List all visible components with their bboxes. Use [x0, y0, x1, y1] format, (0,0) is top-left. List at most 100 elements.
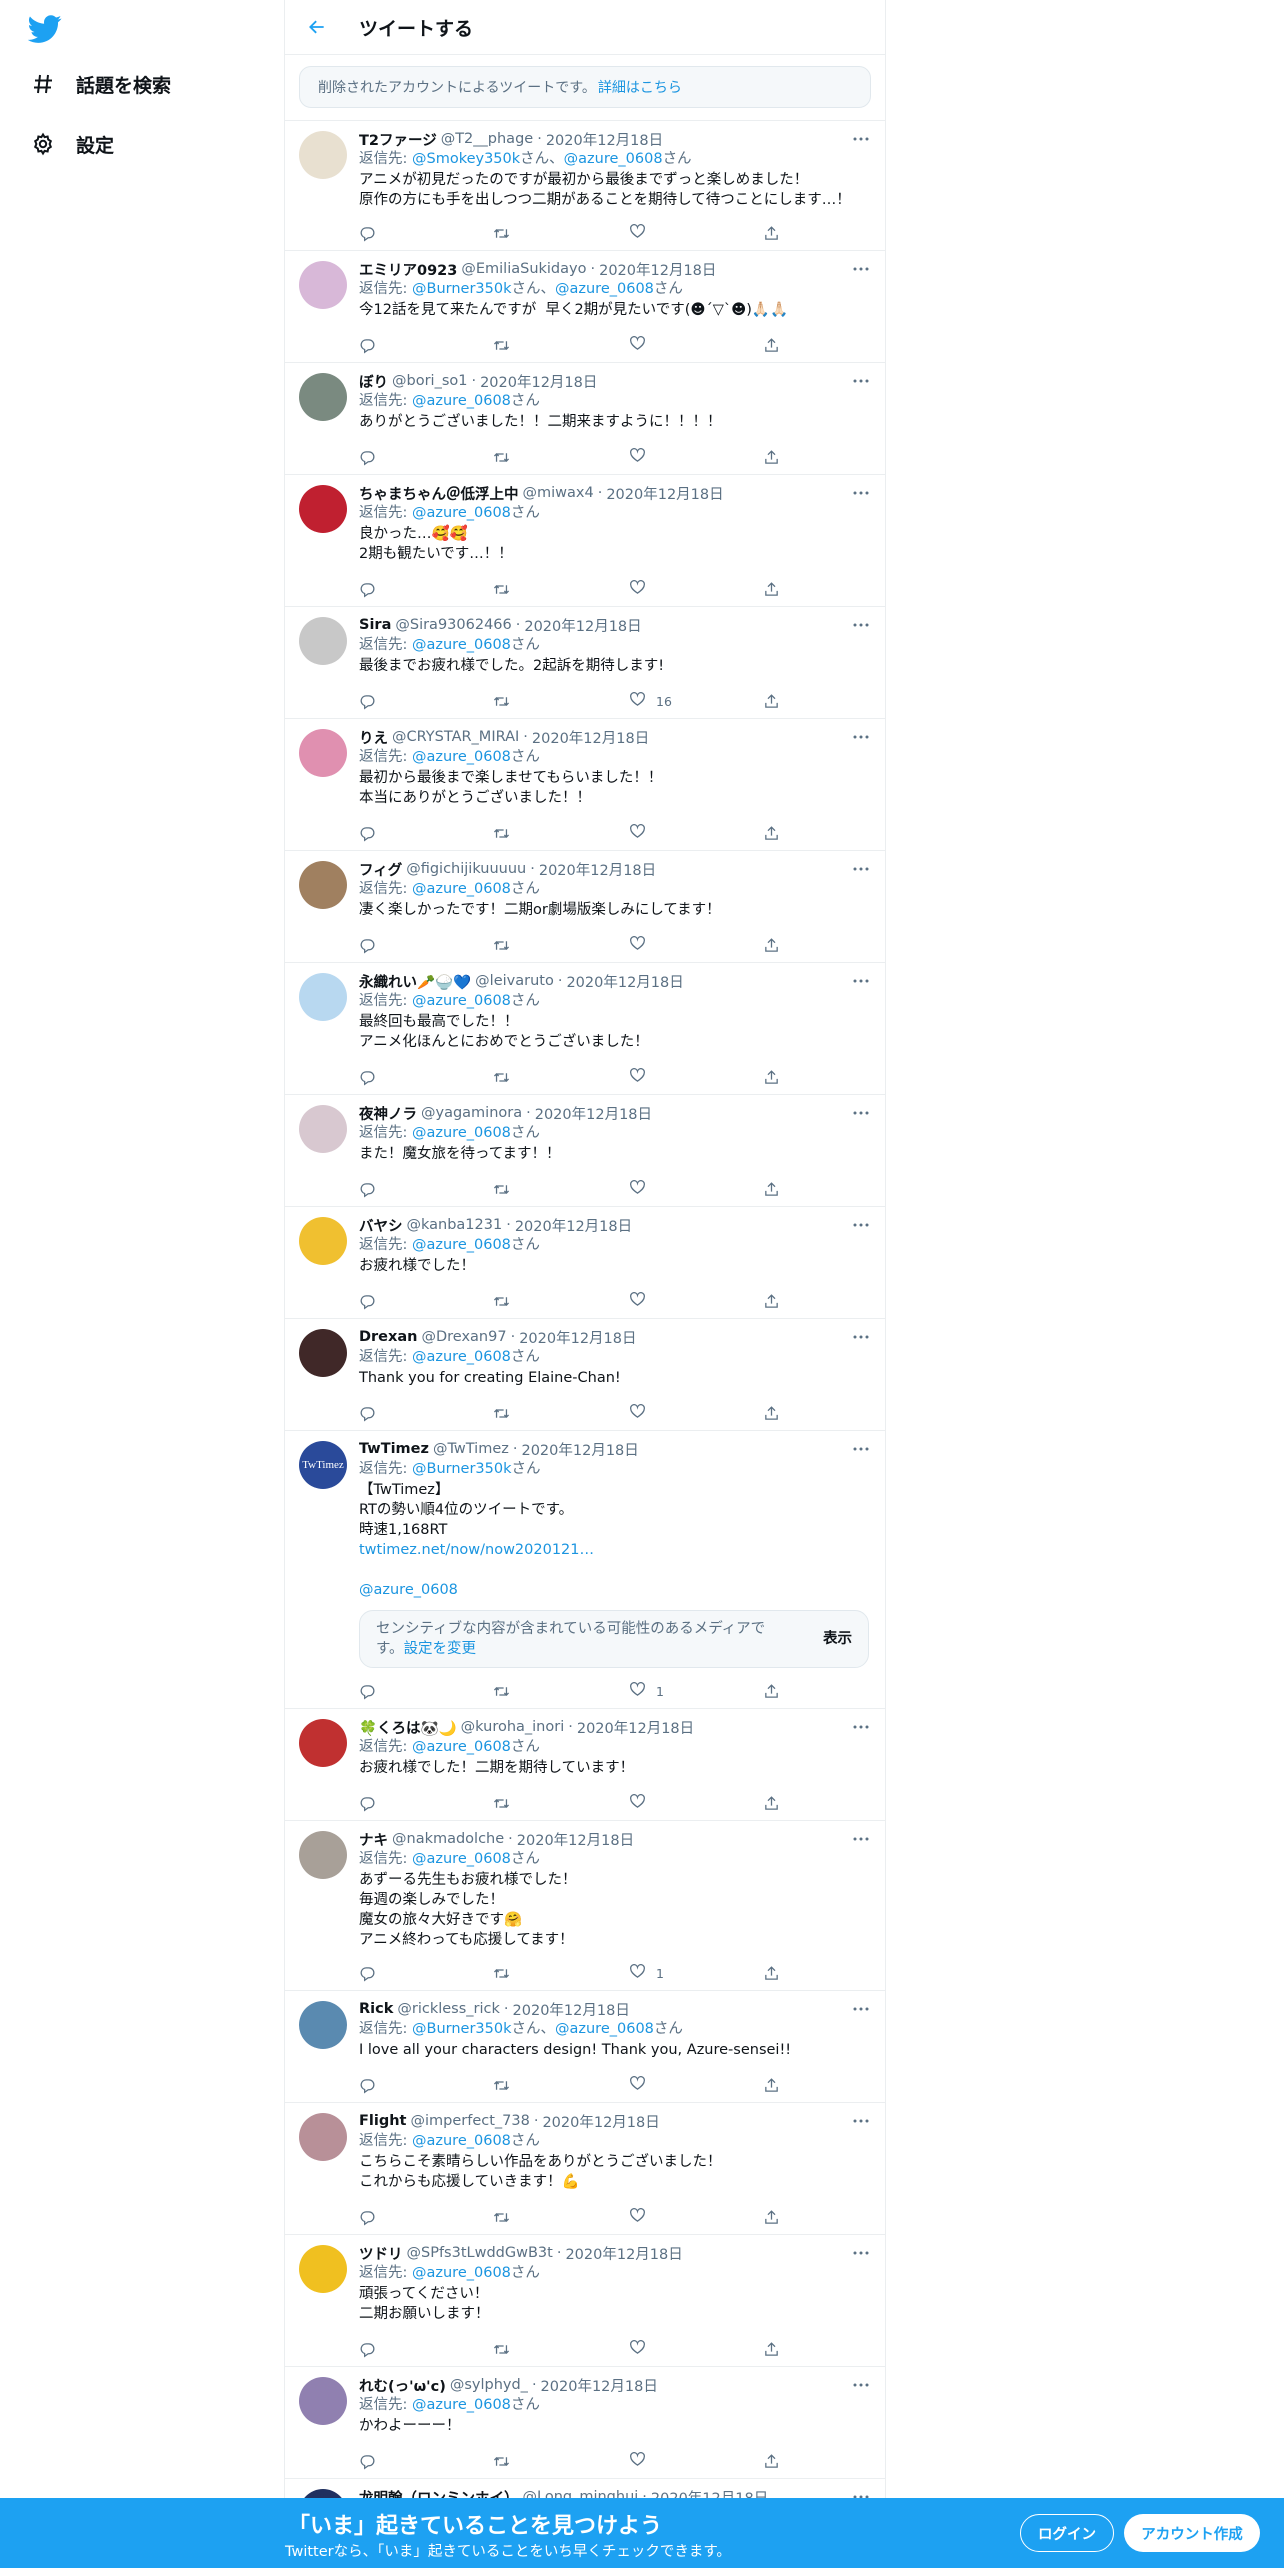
share-icon[interactable]: [763, 1066, 780, 1088]
share-icon[interactable]: [763, 1962, 780, 1984]
reply-mention-link[interactable]: @Smokey350k: [412, 151, 520, 167]
reply-icon[interactable]: [359, 1178, 376, 1200]
tweet[interactable]: りえ @CRYSTAR_MIRAI · 2020年12月18日 返信先: @azure_…: [285, 719, 885, 851]
tweet[interactable]: 夜神ノラ @yagaminora · 2020年12月18日 返信先: @azure_0…: [285, 1095, 885, 1207]
tweet[interactable]: Flight @imperfect_738 · 2020年12月18日 返信先: @az…: [285, 2103, 885, 2235]
user-handle[interactable]: @kuroha_inori: [461, 1719, 565, 1735]
avatar[interactable]: [299, 2113, 347, 2161]
user-handle[interactable]: @sylphyd_: [450, 2377, 528, 2393]
like-button[interactable]: [629, 2338, 656, 2360]
reply-mention-link[interactable]: @azure_0608: [412, 2133, 511, 2149]
user-handle[interactable]: @T2__phage: [441, 131, 534, 147]
user-name[interactable]: ちゃまちゃん＠低浮上中: [359, 483, 519, 504]
retweet-icon[interactable]: [493, 2074, 510, 2096]
reply-icon[interactable]: [359, 822, 376, 844]
tweet-date[interactable]: 2020年12月18日: [599, 259, 716, 280]
tweet-date[interactable]: 2020年12月18日: [535, 1103, 652, 1124]
like-button[interactable]: 1: [629, 1962, 664, 1984]
more-options-icon[interactable]: [851, 617, 871, 633]
share-icon[interactable]: [763, 1290, 780, 1312]
user-handle[interactable]: @figichijikuuuuu: [406, 861, 526, 877]
user-handle[interactable]: @miwax4: [523, 485, 594, 501]
reply-icon[interactable]: [359, 334, 376, 356]
more-options-icon[interactable]: [851, 261, 871, 277]
user-handle[interactable]: @Drexan97: [421, 1329, 506, 1345]
tweet-date[interactable]: 2020年12月18日: [542, 2111, 659, 2132]
tweet[interactable]: T2ファージ @T2__phage · 2020年12月18日 返信先: @Smokey…: [285, 121, 885, 251]
reply-icon[interactable]: [359, 222, 376, 244]
user-name[interactable]: エミリア0923: [359, 259, 457, 280]
user-name[interactable]: T2ファージ: [359, 129, 437, 150]
reply-mention-link[interactable]: @azure_0608: [412, 1739, 511, 1755]
tweet-date[interactable]: 2020年12月18日: [566, 971, 683, 992]
more-options-icon[interactable]: [851, 1217, 871, 1233]
user-handle[interactable]: @nakmadolche: [392, 1831, 504, 1847]
retweet-icon[interactable]: [493, 690, 510, 712]
avatar[interactable]: [299, 1217, 347, 1265]
user-handle[interactable]: @leivaruto: [475, 973, 554, 989]
avatar[interactable]: [299, 1105, 347, 1153]
share-icon[interactable]: [763, 334, 780, 356]
reply-mention-link[interactable]: @azure_0608: [412, 393, 511, 409]
reply-mention-link[interactable]: @azure_0608: [412, 2265, 511, 2281]
retweet-icon[interactable]: [493, 822, 510, 844]
change-settings-link[interactable]: 設定を変更: [404, 1641, 477, 1657]
more-options-icon[interactable]: [851, 1831, 871, 1847]
user-handle[interactable]: @SPfs3tLwddGwB3t: [407, 2245, 553, 2261]
tweet-date[interactable]: 2020年12月18日: [515, 1215, 632, 1236]
avatar[interactable]: [299, 261, 347, 309]
reply-mention-link[interactable]: @azure_0608: [412, 1237, 511, 1253]
tweet-date[interactable]: 2020年12月18日: [577, 1717, 694, 1738]
avatar[interactable]: [299, 2377, 347, 2425]
more-options-icon[interactable]: [851, 2245, 871, 2261]
share-icon[interactable]: [763, 2206, 780, 2228]
user-name[interactable]: Sira: [359, 617, 391, 633]
user-name[interactable]: ナキ: [359, 1829, 388, 1850]
like-button[interactable]: [629, 2206, 656, 2228]
more-options-icon[interactable]: [851, 1441, 871, 1457]
avatar[interactable]: [299, 485, 347, 533]
tweet-date[interactable]: 2020年12月18日: [517, 1829, 634, 1850]
reply-icon[interactable]: [359, 1680, 376, 1702]
share-icon[interactable]: [763, 1680, 780, 1702]
more-options-icon[interactable]: [851, 1105, 871, 1121]
avatar[interactable]: [299, 131, 347, 179]
tweet-date[interactable]: 2020年12月18日: [524, 615, 641, 636]
user-name[interactable]: りえ: [359, 727, 388, 748]
share-icon[interactable]: [763, 2450, 780, 2472]
reply-mention-link[interactable]: @Burner350k: [412, 281, 512, 297]
like-button[interactable]: [629, 334, 656, 356]
more-options-icon[interactable]: [851, 373, 871, 389]
reply-icon[interactable]: [359, 2450, 376, 2472]
tweet[interactable]: TwTimez TwTimez @TwTimez · 2020年12月18日 返信先: @…: [285, 1431, 885, 1709]
retweet-icon[interactable]: [493, 934, 510, 956]
reply-icon[interactable]: [359, 2074, 376, 2096]
tweet-date[interactable]: 2020年12月18日: [519, 1327, 636, 1348]
tweet[interactable]: ぼり @bori_so1 · 2020年12月18日 返信先: @azure_0608さ…: [285, 363, 885, 475]
sidebar-item-explore[interactable]: 話題を検索: [28, 58, 171, 110]
reply-mention-link[interactable]: @azure_0608: [555, 281, 654, 297]
tweet[interactable]: 永織れい🥕🍚💙 @leivaruto · 2020年12月18日 返信先: @azure…: [285, 963, 885, 1095]
like-button[interactable]: [629, 1066, 656, 1088]
avatar[interactable]: TwTimez: [299, 1441, 347, 1489]
user-name[interactable]: フィグ: [359, 859, 402, 880]
back-arrow-icon[interactable]: [297, 7, 337, 47]
like-button[interactable]: [629, 1178, 656, 1200]
tweet[interactable]: 🍀くろは🐼🌙 @kuroha_inori · 2020年12月18日 返信先: @azu…: [285, 1709, 885, 1821]
user-handle[interactable]: @rickless_rick: [397, 2001, 500, 2017]
share-icon[interactable]: [763, 934, 780, 956]
more-options-icon[interactable]: [851, 973, 871, 989]
like-button[interactable]: 1: [629, 1680, 664, 1702]
retweet-icon[interactable]: [493, 2450, 510, 2472]
reply-mention-link[interactable]: @azure_0608: [412, 993, 511, 1009]
avatar[interactable]: [299, 2245, 347, 2293]
retweet-icon[interactable]: [493, 1066, 510, 1088]
share-icon[interactable]: [763, 578, 780, 600]
reply-icon[interactable]: [359, 690, 376, 712]
user-name[interactable]: TwTimez: [359, 1441, 429, 1457]
more-options-icon[interactable]: [851, 729, 871, 745]
reply-mention-link[interactable]: @Burner350k: [412, 1461, 512, 1477]
user-name[interactable]: ぼり: [359, 371, 388, 392]
like-button[interactable]: [629, 2074, 656, 2096]
more-options-icon[interactable]: [851, 861, 871, 877]
